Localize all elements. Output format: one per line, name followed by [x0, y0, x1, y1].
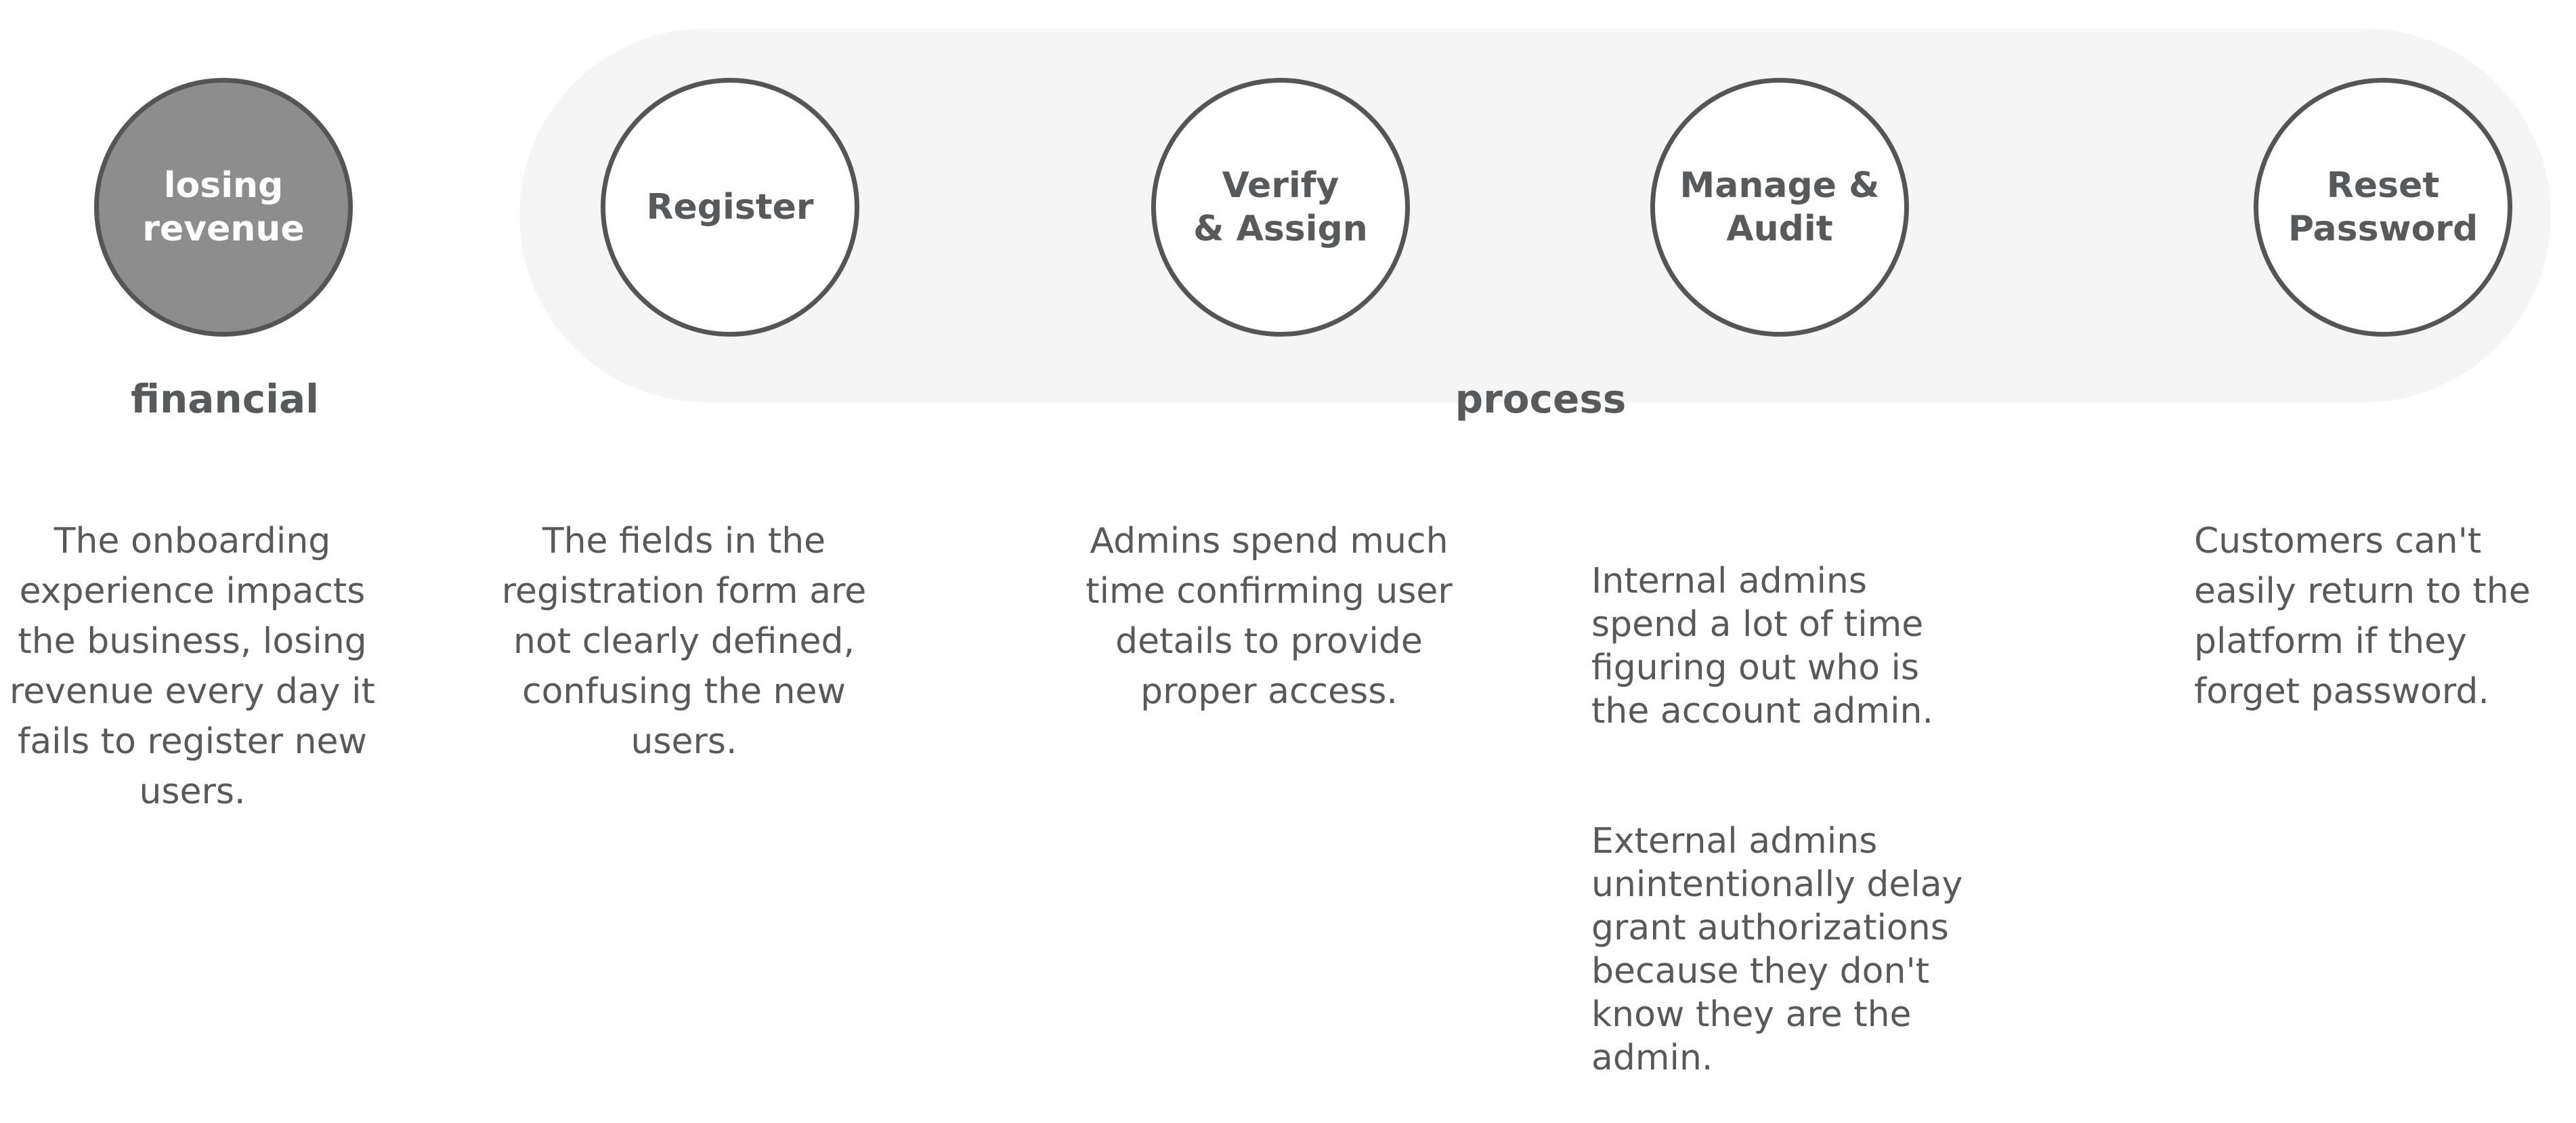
process-group-label: process: [1455, 376, 1627, 422]
manage-audit-label: Manage & Audit: [1679, 165, 1880, 249]
register-circle: Register: [601, 78, 859, 337]
verify-assign-label: Verify & Assign: [1193, 165, 1368, 249]
losing-revenue-description: The onboarding experience impacts the bu…: [9, 521, 375, 812]
manage-audit-external-text: External admins unintentionally delay gr…: [1591, 821, 1963, 1078]
financial-group-label: financial: [131, 376, 319, 422]
reset-password-description: Customers can't easily return to the pla…: [2194, 521, 2531, 712]
manage-audit-circle: Manage & Audit: [1650, 78, 1909, 337]
journey-diagram: losing revenue Register Verify & Assign …: [0, 0, 2576, 1078]
losing-revenue-circle: losing revenue: [94, 78, 353, 337]
reset-password-circle: Reset Password: [2254, 78, 2512, 337]
manage-audit-internal-text: Internal admins spend a lot of time figu…: [1591, 561, 1934, 732]
manage-audit-description: Internal admins spend a lot of time figu…: [1591, 516, 1962, 1123]
verify-assign-circle: Verify & Assign: [1151, 78, 1410, 337]
register-description: The fields in the registration form are …: [501, 521, 867, 762]
reset-password-label: Reset Password: [2288, 165, 2478, 249]
verify-assign-description: Admins spend much time confirming user d…: [1086, 521, 1453, 712]
losing-revenue-label: losing revenue: [142, 165, 305, 249]
register-label: Register: [646, 187, 814, 228]
